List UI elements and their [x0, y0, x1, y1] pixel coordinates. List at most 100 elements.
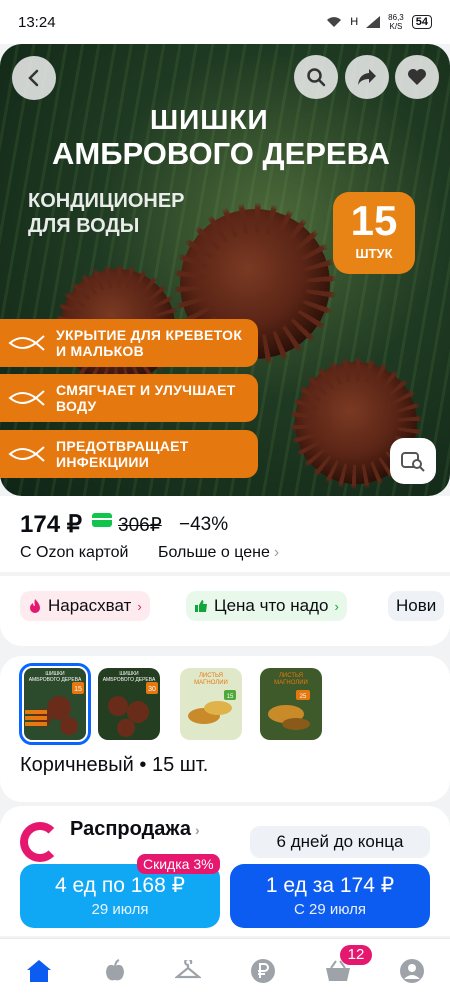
share-arrow-icon: [358, 69, 376, 85]
feature-text-line2: ИНФЕКЦИИИ: [56, 454, 150, 470]
feature-text-line1: ПРЕДОТВРАЩАЕТ: [56, 438, 189, 454]
single-offer-button[interactable]: 1 ед за 174 ₽ С 29 июля: [230, 864, 430, 928]
search-icon: [307, 68, 326, 87]
nav-catalog[interactable]: [174, 957, 202, 985]
feature-banner: СМЯГЧАЕТ И УЛУЧШАЕТ ВОДУ: [0, 374, 258, 422]
feature-banner: УКРЫТИЕ ДЛЯ КРЕВЕТОК И МАЛЬКОВ: [0, 319, 258, 367]
variant-thumb-line2: АМБРОВОГО ДЕРЕВА: [29, 677, 82, 683]
tag-bestseller[interactable]: Нарасхват ›: [20, 591, 150, 621]
network-speed-unit: K/S: [389, 22, 403, 31]
fish-icon: [8, 446, 45, 462]
tag-new[interactable]: Нови: [388, 591, 445, 621]
fish-icon: [8, 335, 45, 351]
old-price: 306₽: [118, 515, 162, 536]
tag-bestseller-label: Нарасхват: [48, 596, 132, 615]
feature-banner: ПРЕДОТВРАЩАЕТ ИНФЕКЦИИИ: [0, 430, 258, 478]
chevron-right-icon: ›: [137, 598, 142, 614]
ruble-icon: [251, 959, 275, 983]
status-time: 13:24: [18, 13, 56, 31]
more-about-price-link[interactable]: Больше о цене ›: [158, 544, 279, 562]
nav-finance[interactable]: [249, 957, 277, 985]
tag-new-label: Нови: [396, 596, 437, 615]
hero-title-line1: ШИШКИ: [150, 104, 269, 135]
variant-thumb-selected[interactable]: ШИШКИ АМБРОВОГО ДЕРЕВА 15: [19, 663, 91, 745]
hero-subtitle-line2: ДЛЯ ВОДЫ: [28, 215, 140, 237]
status-icons: H 86,3 K/S 54: [326, 13, 432, 31]
product-hero-image[interactable]: ШИШКИ АМБРОВОГО ДЕРЕВА КОНДИЦИОНЕР ДЛЯ В…: [0, 44, 450, 496]
search-button[interactable]: [294, 55, 338, 99]
hero-subtitle: КОНДИЦИОНЕР ДЛЯ ВОДЫ: [28, 189, 185, 239]
more-about-price-label: Больше о цене: [158, 544, 270, 561]
quantity-badge: 15 ШТУК: [333, 192, 415, 274]
variant-thumb-line2: МАГНОЛИИ: [194, 680, 228, 686]
variant-thumb-count: 15: [74, 686, 82, 693]
chevron-right-icon: ›: [194, 822, 200, 838]
feature-text-line1: СМЯГЧАЕТ И УЛУЧШАЕТ: [56, 382, 236, 398]
variant-thumb-count: 25: [300, 694, 307, 700]
sale-title: Распродажа: [70, 818, 191, 840]
feature-text-line1: УКРЫТИЕ ДЛЯ КРЕВЕТОК: [56, 327, 243, 343]
variant-thumb-image: ЛИСТЬЯ МАГНОЛИИ 15: [180, 668, 242, 740]
selected-variant-label: Коричневый • 15 шт.: [20, 754, 209, 776]
signal-icon: [366, 16, 381, 28]
ozon-card-label: С Ozon картой: [20, 544, 129, 561]
favorite-button[interactable]: [395, 55, 439, 99]
variant-thumb[interactable]: ШИШКИ АМБРОВОГО ДЕРЕВА 30: [98, 668, 160, 740]
status-bar: 13:24 H 86,3 K/S 54: [0, 0, 450, 44]
single-offer-date: С 29 июля: [293, 901, 367, 918]
variant-thumb-image: ЛИСТЬЯ МАГНОЛИИ 25: [260, 668, 322, 740]
bottom-navigation: [0, 938, 450, 1000]
discount-tag: Скидка 3%: [137, 854, 220, 874]
cart-count-badge: 12: [340, 945, 372, 965]
back-button[interactable]: [12, 56, 56, 100]
tags-row: Нарасхват › Цена что надо › Нови: [0, 576, 450, 646]
sale-logo-icon: [20, 822, 60, 862]
chevron-right-icon: ›: [334, 598, 339, 614]
variant-thumb[interactable]: ЛИСТЬЯ МАГНОЛИИ 25: [260, 668, 322, 740]
battery-indicator: 54: [411, 15, 432, 29]
feature-text-line2: И МАЛЬКОВ: [56, 343, 145, 359]
single-offer-price: 1 ед за 174 ₽: [265, 874, 395, 897]
variant-selector: ШИШКИ АМБРОВОГО ДЕРЕВА 15 ШИШКИ АМБРОВОГ…: [0, 656, 450, 802]
image-search-icon: [401, 452, 425, 472]
chevron-right-icon: ›: [273, 544, 280, 561]
network-speed-value: 86,3: [388, 13, 404, 22]
heart-icon: [408, 69, 426, 85]
ozon-card-icon: [92, 513, 112, 527]
network-type-label: H: [350, 16, 359, 28]
variant-thumb-count: 15: [227, 694, 234, 700]
thumbs-up-icon: [195, 600, 207, 612]
bulk-offer-price: 4 ед по 168 ₽: [55, 874, 185, 897]
hanger-icon: [175, 960, 201, 979]
quantity-unit: ШТУК: [355, 246, 393, 261]
hero-title-line2: АМБРОВОГО ДЕРЕВА: [52, 136, 390, 171]
fire-icon: [30, 599, 40, 613]
nav-profile[interactable]: [398, 957, 426, 985]
nav-home[interactable]: [25, 957, 53, 985]
variant-thumb-image: ШИШКИ АМБРОВОГО ДЕРЕВА 30: [98, 668, 160, 740]
profile-icon: [400, 959, 424, 983]
photo-search-button[interactable]: [390, 438, 436, 484]
hero-subtitle-line1: КОНДИЦИОНЕР: [28, 190, 185, 212]
tag-good-price[interactable]: Цена что надо ›: [186, 591, 347, 621]
feature-text-line2: ВОДУ: [56, 398, 97, 414]
tag-good-price-label: Цена что надо: [214, 596, 329, 615]
variant-thumb-line1: ЛИСТЬЯ: [199, 673, 223, 679]
variant-thumb-line1: ЛИСТЬЯ: [279, 673, 303, 679]
chevron-left-icon: [28, 69, 39, 87]
home-icon: [27, 960, 51, 982]
sale-days-left: 6 дней до конца: [250, 826, 430, 858]
variant-thumb-image: ШИШКИ АМБРОВОГО ДЕРЕВА 15: [24, 668, 86, 740]
current-price: 174 ₽: [20, 511, 82, 538]
sale-title-link[interactable]: Распродажа ›: [70, 818, 200, 841]
apple-icon: [106, 959, 124, 981]
share-button[interactable]: [345, 55, 389, 99]
nav-fresh[interactable]: [101, 957, 129, 985]
quantity-number: 15: [350, 197, 398, 244]
fish-icon: [8, 390, 45, 406]
variant-thumb-line2: МАГНОЛИИ: [274, 680, 308, 686]
discount-percent: −43%: [179, 514, 229, 535]
variant-thumb[interactable]: ЛИСТЬЯ МАГНОЛИИ 15: [180, 668, 242, 740]
wifi-icon: [327, 17, 342, 27]
variant-thumb-count: 30: [148, 686, 156, 693]
